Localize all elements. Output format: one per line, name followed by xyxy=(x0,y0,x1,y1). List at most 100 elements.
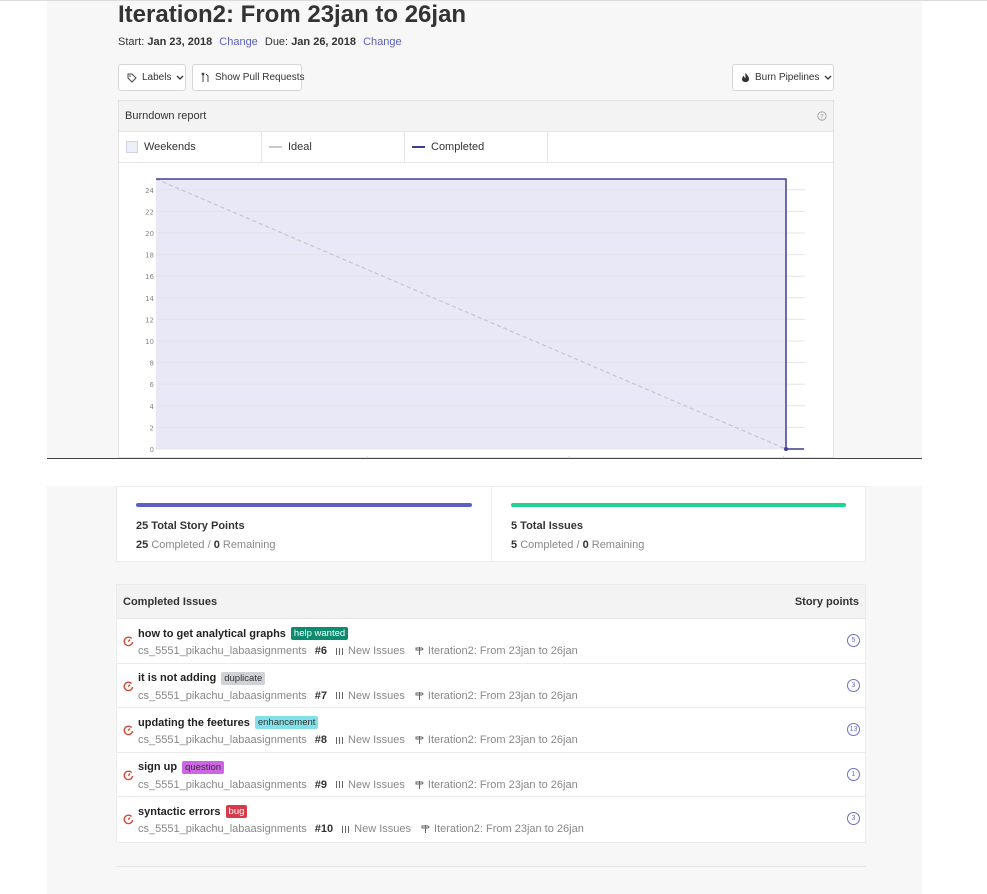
story-points-total: 25 Total Story Points xyxy=(136,520,245,532)
issue-row[interactable]: updating the feetures enhancement cs_5551_… xyxy=(117,708,865,753)
issue-title[interactable]: it is not adding xyxy=(138,672,216,684)
issue-repo[interactable]: cs_5551_pikachu_labaasignments xyxy=(138,734,307,746)
y-tick-label: 18 xyxy=(145,252,154,260)
closed-issue-icon xyxy=(123,725,134,736)
burndown-report-title: Burndown report xyxy=(125,110,207,122)
issues-total: 5 Total Issues xyxy=(511,520,583,532)
weekends-swatch xyxy=(126,141,138,153)
change-start-link[interactable]: Change xyxy=(219,36,258,48)
pull-requests-button-text: Show Pull Requests xyxy=(215,72,305,83)
tag-icon xyxy=(127,73,137,83)
completed-issues-heading: Completed Issues xyxy=(123,595,218,608)
milestone-icon xyxy=(415,780,424,789)
issue-row[interactable]: sign up question cs_5551_pikachu_labaasign… xyxy=(117,753,865,798)
page-title: Iteration2: From 23jan to 26jan xyxy=(118,1,467,28)
issues-breakdown: 5 Completed / 0 Remaining xyxy=(511,539,846,551)
issues-remaining: 0 xyxy=(582,539,589,551)
issues-remaining-label: Remaining xyxy=(591,539,645,551)
burndown-report: Burndown report ? Weekends Ideal Complet… xyxy=(118,100,834,458)
closed-issue-icon xyxy=(123,681,134,691)
story-points-badge: 3 xyxy=(847,678,860,692)
issue-milestone[interactable]: Iteration2: From 23jan to 26jan xyxy=(434,823,584,835)
issue-row[interactable]: how to get analytical graphs help wanted c… xyxy=(117,619,865,664)
completed-end-point xyxy=(784,447,788,451)
milestone-icon xyxy=(415,691,424,700)
legend-completed-label: Completed xyxy=(431,141,485,153)
issue-title[interactable]: syntactic errors xyxy=(138,806,221,818)
milestone-icon xyxy=(421,825,430,834)
burn-pipelines-button-text: Burn Pipelines xyxy=(755,72,820,83)
issue-milestone[interactable]: Iteration2: From 23jan to 26jan xyxy=(428,734,578,746)
issue-row[interactable]: it is not adding duplicate cs_5551_pikachu… xyxy=(117,664,865,709)
y-tick-label: 6 xyxy=(150,381,155,389)
issue-number[interactable]: #7 xyxy=(315,690,327,702)
closed-issue-icon xyxy=(123,814,134,825)
issue-number[interactable]: #8 xyxy=(315,734,327,746)
story-points-completed: 25 xyxy=(136,539,149,551)
due-label: Due: xyxy=(264,36,289,48)
story-points-breakdown: 25 Completed / 0 Remaining xyxy=(136,539,472,551)
y-tick-label: 8 xyxy=(150,360,154,368)
issues-completed-label: Completed / xyxy=(520,539,580,551)
change-due-link[interactable]: Change xyxy=(363,36,402,48)
issue-label[interactable]: enhancement xyxy=(254,716,319,730)
issue-title[interactable]: how to get analytical graphs xyxy=(138,628,286,640)
issue-milestone[interactable]: Iteration2: From 23jan to 26jan xyxy=(428,645,578,657)
issue-number[interactable]: #10 xyxy=(315,823,333,835)
help-icon[interactable]: ? xyxy=(817,111,827,121)
issue-label[interactable]: duplicate xyxy=(221,671,266,685)
legend-completed[interactable]: Completed xyxy=(405,132,548,162)
issue-milestone[interactable]: Iteration2: From 23jan to 26jan xyxy=(428,779,578,791)
pipeline-icon xyxy=(336,781,344,789)
y-tick-label: 2 xyxy=(150,424,154,432)
summary-stats: 25 Total Story Points 25 Completed / 0 R… xyxy=(116,486,866,562)
issue-milestone[interactable]: Iteration2: From 23jan to 26jan xyxy=(428,690,578,702)
issue-title[interactable]: updating the feetures xyxy=(138,717,250,729)
story-points-badge: 13 xyxy=(847,723,860,737)
story-points-completed-label: Completed / xyxy=(151,539,211,551)
y-tick-label: 22 xyxy=(145,208,154,216)
pipeline-icon xyxy=(336,647,344,655)
story-points-summary: 25 Total Story Points 25 Completed / 0 R… xyxy=(117,487,491,561)
y-tick-label: 0 xyxy=(150,446,154,454)
chevron-down-icon xyxy=(177,75,184,80)
y-tick-label: 14 xyxy=(145,295,154,303)
issue-pipeline: New Issues xyxy=(348,689,405,702)
story-points-remaining-label: Remaining xyxy=(222,539,276,551)
issue-repo[interactable]: cs_5551_pikachu_labaasignments xyxy=(138,823,307,835)
y-tick-label: 12 xyxy=(145,316,154,324)
issue-list: how to get analytical graphs help wanted c… xyxy=(117,619,865,842)
issue-label[interactable]: bug xyxy=(225,805,248,819)
start-label: Start: xyxy=(118,36,145,48)
issue-label[interactable]: question xyxy=(182,760,225,774)
issue-title[interactable]: sign up xyxy=(138,761,177,773)
issue-repo[interactable]: cs_5551_pikachu_labaasignments xyxy=(138,645,307,657)
issue-label[interactable]: help wanted xyxy=(290,627,349,640)
flame-icon xyxy=(742,73,749,82)
burn-pipelines-button[interactable]: Burn Pipelines xyxy=(732,64,834,91)
svg-text:?: ? xyxy=(820,112,823,120)
legend-weekends-label: Weekends xyxy=(144,141,196,153)
bottom-divider xyxy=(116,866,866,867)
story-points-badge: 3 xyxy=(847,812,860,826)
issue-number[interactable]: #6 xyxy=(315,645,327,657)
labels-button-text: Labels xyxy=(142,72,172,83)
labels-button[interactable]: Labels xyxy=(118,64,186,91)
issue-repo[interactable]: cs_5551_pikachu_labaasignments xyxy=(138,779,307,791)
story-points-badge: 1 xyxy=(847,767,860,781)
completed-issues-header: Completed Issues Story points xyxy=(117,585,865,619)
start-date: Jan 23, 2018 xyxy=(147,36,213,48)
y-tick-label: 4 xyxy=(150,403,155,411)
milestone-icon xyxy=(415,647,424,655)
show-pull-requests-button[interactable]: Show Pull Requests xyxy=(192,64,305,91)
issue-row[interactable]: syntactic errors bug cs_5551_pikachu_labaa… xyxy=(117,797,865,842)
issue-pipeline: New Issues xyxy=(348,734,405,747)
burndown-chart: 024681012141618202224Tue 23 06 AM 12 PM 06 … xyxy=(143,178,805,457)
legend-ideal[interactable]: Ideal xyxy=(262,132,405,162)
issue-repo[interactable]: cs_5551_pikachu_labaasignments xyxy=(138,690,307,702)
pipeline-icon xyxy=(336,736,344,744)
legend-weekends[interactable]: Weekends xyxy=(119,132,262,162)
issue-number[interactable]: #9 xyxy=(315,779,327,791)
milestone-icon xyxy=(415,736,424,745)
screenshot-seam xyxy=(47,458,922,459)
